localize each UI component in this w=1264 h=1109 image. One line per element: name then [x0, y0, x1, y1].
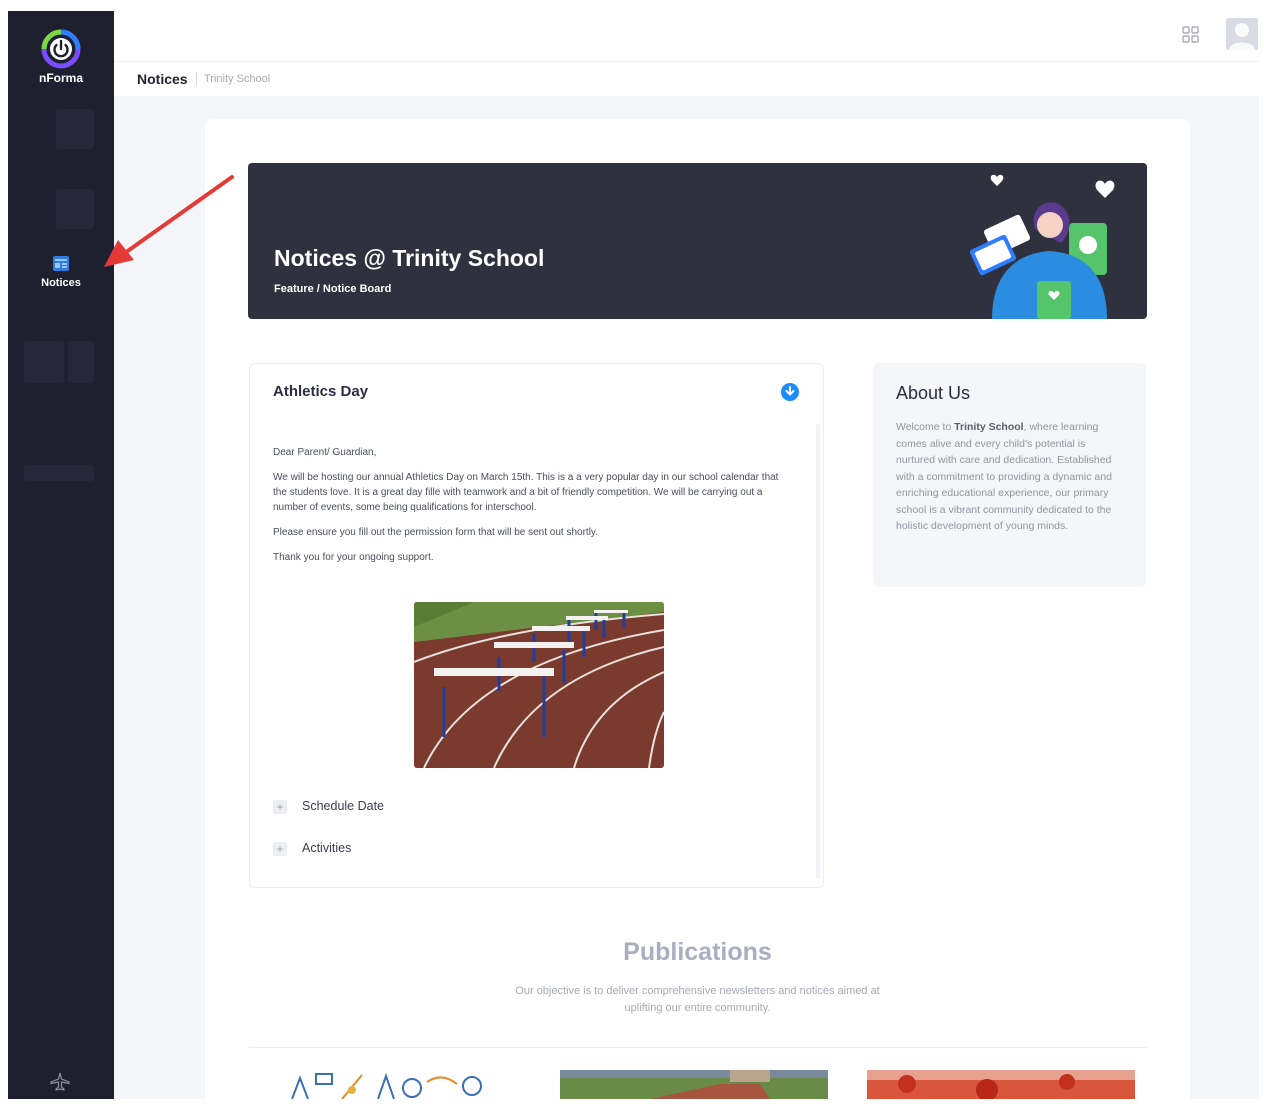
accordion-label: Activities [302, 841, 352, 855]
about-text-body: , where learning comes alive and every c… [896, 421, 1112, 532]
page-banner: Notices @ Trinity School Feature / Notic… [248, 163, 1147, 319]
app-logo[interactable]: nForma [8, 29, 114, 85]
user-avatar[interactable] [1226, 18, 1258, 50]
sidebar-placeholder [24, 341, 64, 383]
notice-greeting: Dear Parent/ Guardian, [273, 447, 377, 458]
sidebar-placeholder [68, 341, 94, 383]
plus-icon: + [273, 800, 287, 814]
page-title: Notices [137, 71, 188, 87]
about-us-panel: About Us Welcome to Trinity School, wher… [873, 363, 1146, 587]
publications-subtitle: Our objective is to deliver comprehensiv… [515, 985, 880, 1014]
plus-icon: + [273, 842, 287, 856]
annotation-arrow-icon [104, 175, 234, 267]
breadcrumb-school-link[interactable]: Trinity School [204, 73, 270, 85]
banner-breadcrumb: Feature / Notice Board [274, 283, 392, 295]
sidebar-placeholder [24, 465, 94, 481]
notice-paragraph: We will be hosting our annual Athletics … [273, 472, 779, 513]
divider [249, 1047, 1147, 1048]
accordion-label: Schedule Date [302, 799, 385, 813]
notice-illustration-icon [969, 174, 1115, 319]
plane-icon[interactable] [49, 1071, 71, 1098]
download-icon[interactable] [781, 383, 799, 406]
notice-board-icon [53, 256, 69, 271]
nforma-logo-icon [41, 29, 81, 69]
user-icon [1229, 23, 1255, 50]
about-text-intro: Welcome to [896, 421, 955, 433]
publication-thumbnail[interactable] [867, 1070, 1135, 1099]
breadcrumb-divider [196, 72, 197, 86]
apps-grid-icon[interactable] [1182, 26, 1200, 49]
top-bar [114, 11, 1259, 61]
notice-paragraph: Please ensure you fill out the permissio… [273, 527, 598, 538]
publication-thumbnail[interactable] [560, 1070, 828, 1099]
notice-paragraph: Thank you for your ongoing support. [273, 552, 434, 563]
notice-body: Dear Parent/ Guardian, We will be hostin… [273, 445, 783, 575]
about-text: Welcome to Trinity School, where learnin… [896, 419, 1124, 535]
sidebar-placeholder [56, 109, 94, 149]
about-title: About Us [896, 383, 971, 403]
notice-card: Athletics Day Dear Parent/ Guardian, We … [249, 363, 824, 888]
notice-title: Athletics Day [273, 383, 369, 400]
breadcrumb: Notices Trinity School [114, 61, 1259, 97]
banner-title: Notices @ Trinity School [274, 245, 545, 271]
publication-thumbnail[interactable] [282, 1070, 492, 1099]
notice-scrollbar[interactable] [816, 424, 820, 879]
publications-title: Publications [623, 938, 772, 966]
sidebar-placeholder [56, 189, 94, 229]
athletics-track-image [414, 602, 664, 768]
about-school-name: Trinity School [954, 421, 1024, 433]
sidebar-item-label: Notices [41, 277, 81, 289]
app-name: nForma [38, 71, 83, 85]
